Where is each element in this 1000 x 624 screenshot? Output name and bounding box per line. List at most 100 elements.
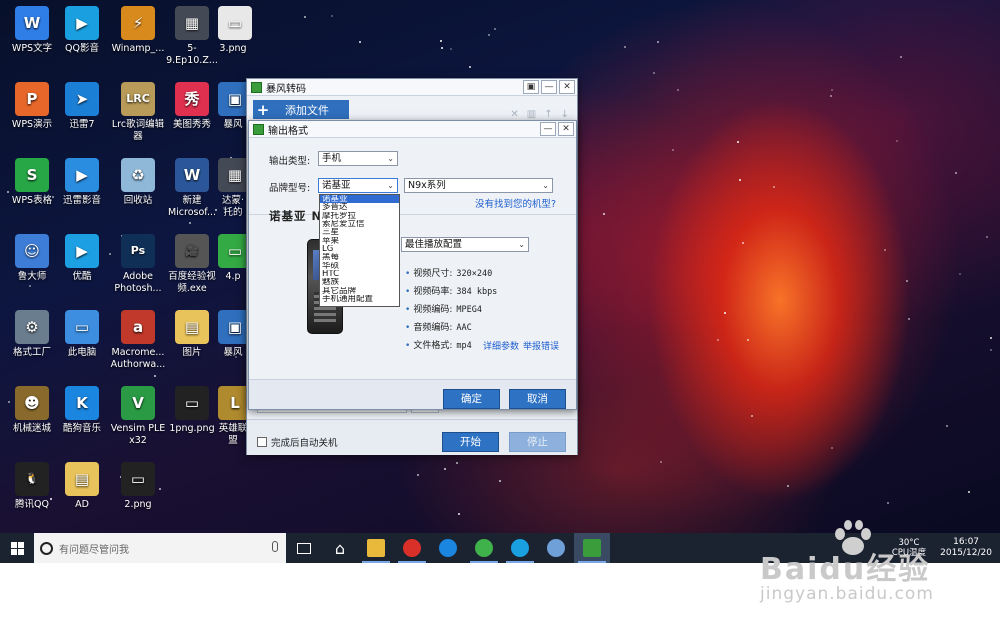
desktop-icon[interactable]: W 新建 Microsof... (162, 158, 222, 219)
move-up-icon[interactable]: ↑ (544, 109, 552, 120)
desktop-icon-label: Adobe Photosh... (114, 271, 162, 294)
image-file-icon: ▭ (121, 462, 155, 496)
brand-option[interactable]: 魅族 (320, 278, 399, 286)
desktop-icon[interactable]: ▭ 4.p (218, 234, 252, 283)
desktop-icon[interactable]: ▣ 暴风 (218, 82, 252, 131)
add-file-button[interactable]: + 添加文件 (253, 100, 349, 119)
dialog-minimize-button[interactable]: — (540, 122, 556, 136)
desktop-icon[interactable]: ▦ 5-9.Ep10.Z... (162, 6, 222, 67)
model-not-found-link[interactable]: 没有找到您的机型? (475, 196, 556, 210)
cortana-search-box[interactable]: 有问题尽管问我 (34, 533, 286, 563)
desktop-icon-label: 1png.png (169, 423, 215, 434)
main-title-bar[interactable]: 暴风转码 ▣ — ✕ (247, 79, 577, 96)
video-file-icon: ▦ (175, 6, 209, 40)
stop-button[interactable]: 停止 (509, 432, 566, 452)
star (990, 337, 992, 339)
desktop-icon[interactable]: L 英雄联盟 (218, 386, 252, 447)
desktop-icon[interactable]: ➤ 迅雷7 (52, 82, 112, 131)
desktop-icon[interactable]: Ps Adobe Photosh... (108, 234, 168, 295)
desktop-icon[interactable]: ▶ 优酷 (52, 234, 112, 283)
folder-icon: ▤ (65, 462, 99, 496)
dialog-close-button[interactable]: ✕ (558, 122, 574, 136)
auto-shutdown-checkbox[interactable] (257, 437, 267, 447)
baofeng-app-icon (251, 81, 262, 93)
desktop-icon[interactable]: ⚡ Winamp_... (108, 6, 168, 55)
desktop-icon[interactable]: ▤ AD (52, 462, 112, 511)
ludashi-icon: ☺ (15, 234, 49, 268)
brand-option[interactable]: 其它品牌 (320, 287, 399, 295)
taskbar-netease-music[interactable] (394, 533, 430, 563)
brand-option[interactable]: LG (320, 245, 399, 253)
plus-icon: + (256, 100, 270, 119)
taskbar-iqiyi[interactable] (466, 533, 502, 563)
brand-select[interactable]: 诺基亚 ⌄ (318, 178, 398, 193)
desktop-icon[interactable]: ▣ 暴风 (218, 310, 252, 359)
desktop-icon[interactable]: ▦ 达蒙·托的 (218, 158, 252, 219)
desktop-icon[interactable]: K 酷狗音乐 (52, 386, 112, 435)
desktop-icon[interactable]: ▶ QQ影音 (52, 6, 112, 55)
detail-params-link[interactable]: 详细参数 (483, 339, 519, 352)
microphone-icon[interactable] (272, 541, 278, 552)
desktop-icon[interactable]: LRC Lrc歌词编辑器 (108, 82, 168, 143)
ok-button[interactable]: 确定 (443, 389, 500, 409)
remove-icon[interactable]: ✕ (510, 109, 518, 120)
brand-option[interactable]: 多普达 (320, 203, 399, 211)
brand-option[interactable]: HTC (320, 270, 399, 278)
desktop-icon[interactable]: a Macrome... Authorwa... (108, 310, 168, 371)
auto-shutdown-option[interactable]: 完成后自动关机 (257, 435, 338, 449)
macromedia-icon: a (121, 310, 155, 344)
minimize-button[interactable]: — (541, 80, 557, 94)
star (441, 47, 443, 49)
taskbar-qq-player[interactable] (502, 533, 538, 563)
task-view-button[interactable] (286, 533, 322, 563)
star (660, 461, 662, 463)
taskbar-baofeng[interactable] (574, 533, 610, 563)
trash-icon[interactable]: ▥ (527, 109, 536, 120)
bullet-icon: • (405, 269, 411, 279)
desktop-icon[interactable]: ▤ 图片 (162, 310, 222, 359)
brand-option[interactable]: 华硕 (320, 262, 399, 270)
window-menu-button[interactable]: ▣ (523, 80, 539, 94)
qq-player-icon (511, 539, 529, 557)
taskbar-paint[interactable] (538, 533, 574, 563)
dialog-title-bar[interactable]: 输出格式 — ✕ (249, 121, 576, 138)
brand-option[interactable]: 三星 (320, 228, 399, 236)
desktop-icon[interactable]: ▭ 此电脑 (52, 310, 112, 359)
brand-option[interactable]: 苹果 (320, 237, 399, 245)
star (990, 349, 992, 351)
star (672, 149, 674, 151)
start-button[interactable]: 开始 (442, 432, 499, 452)
star (737, 141, 739, 143)
move-down-icon[interactable]: ↓ (561, 109, 569, 120)
desktop-icon[interactable]: ▭ 1png.png (162, 386, 222, 435)
brand-label: 品牌型号: (269, 183, 311, 194)
brand-option[interactable]: 诺基亚 (320, 195, 399, 204)
brand-option[interactable]: 手机通用配置 (320, 295, 399, 303)
quality-select[interactable]: 最佳播放配置 ⌄ (401, 237, 529, 252)
desktop-icon[interactable]: ▭ 2.png (108, 462, 168, 511)
brand-option[interactable]: 索尼爱立信 (320, 220, 399, 228)
desktop-icon-label: 美图秀秀 (172, 119, 211, 130)
close-button[interactable]: ✕ (559, 80, 575, 94)
taskbar-kugou[interactable] (430, 533, 466, 563)
output-type-select[interactable]: 手机 ⌄ (318, 151, 398, 166)
desktop-icon[interactable]: 秀美图秀秀 (162, 82, 222, 131)
desktop-icon[interactable]: ▶ 迅雷影音 (52, 158, 112, 207)
machinarium-icon: ☻ (15, 386, 49, 420)
baofeng-app-icon (253, 123, 264, 135)
brand-option[interactable]: 摩托罗拉 (320, 212, 399, 220)
desktop-icon[interactable]: V Vensim PLE x32 (108, 386, 168, 447)
start-button[interactable] (0, 533, 34, 563)
series-select[interactable]: N9x系列 ⌄ (404, 178, 553, 193)
output-type-value: 手机 (322, 153, 342, 164)
desktop-icon[interactable]: ♻ 回收站 (108, 158, 168, 207)
taskbar-file-explorer[interactable] (358, 533, 394, 563)
word-doc-icon: W (175, 158, 209, 192)
brand-option[interactable]: 黑莓 (320, 253, 399, 261)
cancel-button[interactable]: 取消 (509, 389, 566, 409)
report-error-link[interactable]: 举报错误 (523, 339, 559, 352)
desktop-icon[interactable]: 🎥 百度经验视频.exe (162, 234, 222, 295)
desktop-icon[interactable]: ▭ 3.png (218, 6, 252, 55)
star (603, 213, 605, 215)
taskbar-home[interactable]: ⌂ (322, 533, 358, 563)
